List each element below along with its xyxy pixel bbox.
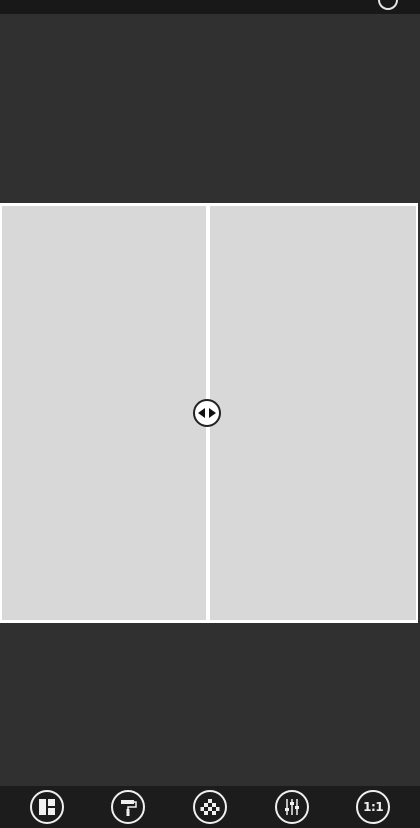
status-bar [0,0,420,14]
paint-roller-icon [121,800,138,816]
collage-cell-right[interactable] [210,206,416,620]
adjust-button[interactable] [274,790,309,824]
split-divider-handle[interactable] [193,399,221,427]
pattern-button[interactable] [192,790,227,824]
collage-frame [0,203,418,623]
layout-button[interactable] [29,790,64,824]
left-right-arrows-icon [198,408,216,418]
sliders-icon [284,799,299,815]
aspect-ratio-button[interactable]: 1:1 [356,790,391,824]
aspect-ratio-icon: 1:1 [363,800,384,814]
canvas-area [0,14,420,786]
checkerboard-icon [200,799,220,815]
layout-icon [38,799,55,815]
app-screen: 1:1 [0,0,420,828]
paint-button[interactable] [111,790,146,824]
bottom-toolbar: 1:1 [0,786,420,828]
collage-cell-left[interactable] [2,206,206,620]
status-indicator-icon [378,0,398,10]
